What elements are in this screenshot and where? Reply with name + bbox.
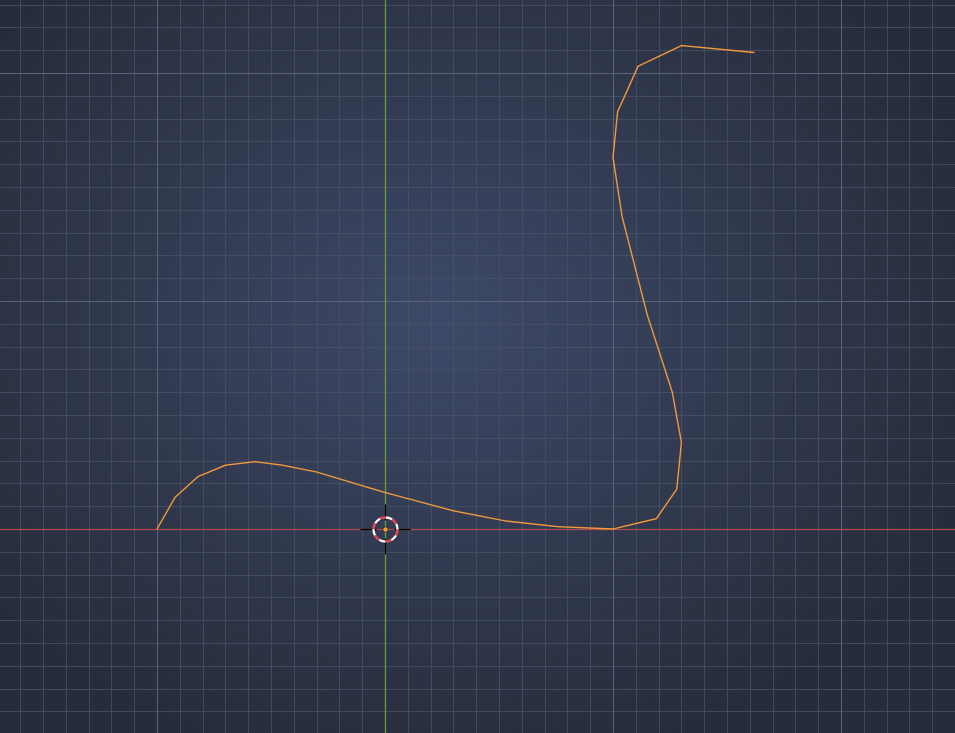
3d-cursor-icon[interactable] (360, 504, 411, 555)
grid-major-lines (0, 0, 955, 733)
grid-minor-lines (0, 0, 955, 733)
origin-dot (382, 526, 389, 533)
3d-viewport[interactable] (0, 0, 955, 733)
bezier-curve-object[interactable] (156, 44, 755, 530)
viewport-canvas[interactable] (0, 0, 955, 733)
